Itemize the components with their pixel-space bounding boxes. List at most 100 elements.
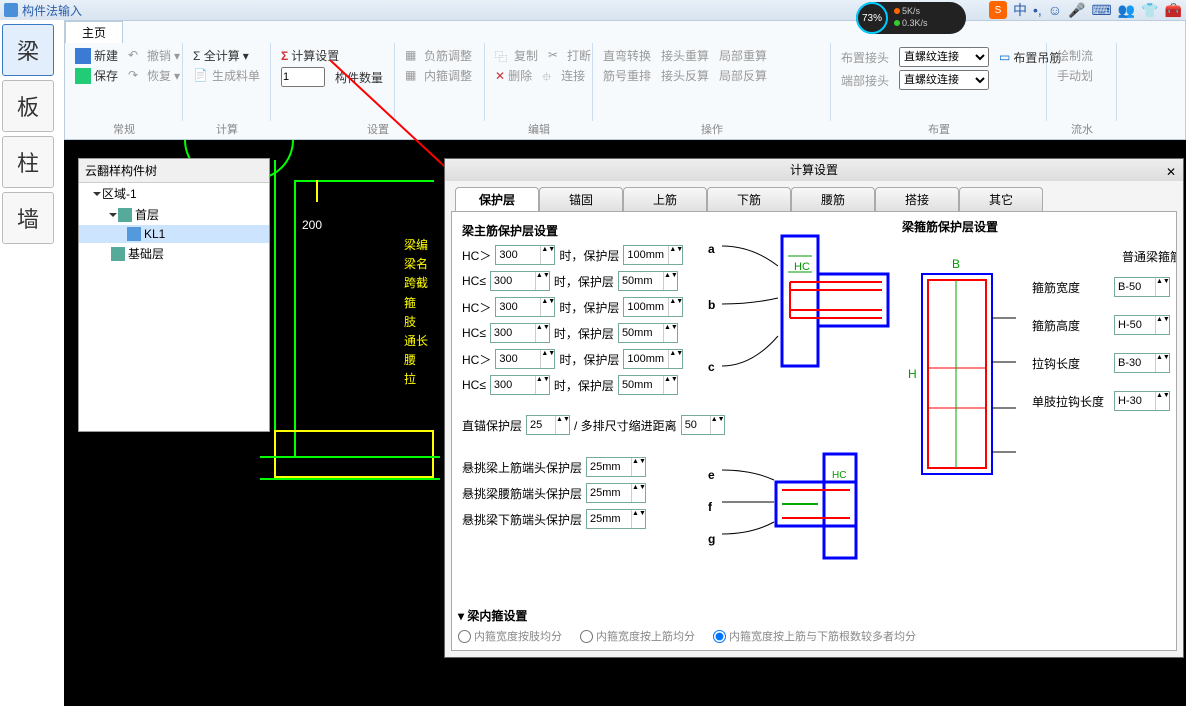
sogou-icon[interactable]: S [989,1,1007,19]
pt-e: e [708,468,715,482]
cmd-link[interactable]: ⯐连接 [542,67,585,84]
cmd-conn-recalc[interactable]: 接头重算 [661,47,709,64]
tree-kl1[interactable]: KL1 [79,225,269,243]
straight-anchor-input[interactable]: ▲▼ [526,415,570,435]
cmd-undo[interactable]: ↶撤销 ▾ [128,47,180,64]
hc-row-b-gt: HC＞ ▲▼ 时，保护层 ▲▼ [462,297,702,317]
calc-settings-dialog: 计算设置 ✕ 保护层 锚固 上筋 下筋 腰筋 搭接 其它 梁主筋保护层设置 HC… [444,158,1184,658]
cmd-new[interactable]: 新建 [75,47,118,64]
component-count-label: 构件数量 [335,69,383,86]
ime-toolbox-icon[interactable]: 🧰 [1165,2,1182,19]
cmd-neg-adj[interactable]: ▦负筋调整 [405,47,474,64]
rail-wall-button[interactable]: 墙 [2,192,54,244]
cover-a-gt-input[interactable]: ▲▼ [623,245,683,265]
ime-mic-icon[interactable]: 🎤 [1068,2,1085,19]
rail-slab-button[interactable]: 板 [2,80,54,132]
rail-beam-button[interactable]: 梁 [2,24,54,76]
conn-type-select-2[interactable]: 直螺纹连接 [899,70,989,90]
cmd-calc-all[interactable]: Σ 全计算 ▾ [193,47,260,64]
stirrup-height-input[interactable]: ▲▼ [1114,315,1170,335]
hc-row-b-le: HC≤ ▲▼ 时，保护层 ▲▼ [462,323,702,343]
tab-cover[interactable]: 保护层 [455,187,539,211]
inner-title: 梁内箍设置 [467,609,527,623]
dialog-title[interactable]: 计算设置 ✕ [445,159,1183,181]
cmd-copy[interactable]: ⿻复制 [495,47,538,64]
hc-le-a-input[interactable]: ▲▼ [490,271,550,291]
canti-waist-input[interactable]: ▲▼ [586,483,646,503]
cmd-curve[interactable]: 直弯转换 [603,47,651,64]
ribbon-tab-home[interactable]: 主页 [65,21,123,43]
cmd-delete[interactable]: ✕ 删除 [495,67,532,84]
ime-lang[interactable]: 中 [1013,0,1027,20]
ime-smiley-icon[interactable]: ☺ [1048,2,1062,18]
canti-top-row: 悬挑梁上筋端头保护层 ▲▼ [462,457,702,477]
pt-b: b [708,298,715,312]
tab-lap[interactable]: 搭接 [875,187,959,211]
app-title: 构件法输入 [22,2,82,19]
grp-label-general: 常规 [65,121,183,139]
tab-waist[interactable]: 腰筋 [791,187,875,211]
grp-label-flow: 流水 [1047,121,1117,139]
cmd-manual-flow[interactable]: 手动划 [1057,67,1106,84]
tab-bot[interactable]: 下筋 [707,187,791,211]
section-diagram: B H [902,258,1022,491]
tab-anchor[interactable]: 锚固 [539,187,623,211]
straight-anchor-row: 直锚保护层 ▲▼ / 多排尺寸缩进距离 ▲▼ [462,415,702,435]
inner-opt-2[interactable]: 内箍宽度按上筋均分 [580,628,695,644]
canti-top-input[interactable]: ▲▼ [586,457,646,477]
cmd-bom[interactable]: 📄生成料单 [193,67,260,84]
cmd-save[interactable]: 保存 [75,67,118,84]
cover-a-le-input[interactable]: ▲▼ [618,271,678,291]
multi-row-input[interactable]: ▲▼ [681,415,725,435]
ribbon: 主页 新建 ↶撤销 ▾ 保存 ↷恢复 ▾ Σ 全计算 ▾ 📄生成料单 Σ 计算设… [64,20,1186,140]
canti-bot-input[interactable]: ▲▼ [586,509,646,529]
cmd-loc-back[interactable]: 局部反算 [719,67,767,84]
ime-keyboard-icon[interactable]: ⌨ [1091,2,1111,19]
cmd-loc-recalc[interactable]: 局部重算 [719,47,767,64]
canvas-labels: 梁编梁名跨截箍肢通长腰拉 [404,236,428,390]
cmd-end-conn[interactable]: 端部接头 [841,72,889,89]
grp-label-edit: 编辑 [485,121,593,139]
tree-zone[interactable]: 区域-1 [79,183,269,204]
stirrup-width-input[interactable]: ▲▼ [1114,277,1170,297]
inner-opt-3[interactable]: 内箍宽度按上筋与下筋根数较多者均分 [713,628,916,644]
tab-other[interactable]: 其它 [959,187,1043,211]
rail-column-button[interactable]: 柱 [2,136,54,188]
conn-type-select-1[interactable]: 直螺纹连接 [899,47,989,67]
tab-top[interactable]: 上筋 [623,187,707,211]
pt-f: f [708,500,712,514]
single-hook-input[interactable]: ▲▼ [1114,391,1170,411]
component-count-input[interactable] [281,67,325,87]
cmd-renum[interactable]: 筋号重排 [603,67,651,84]
cmd-conn-back[interactable]: 接头反算 [661,67,709,84]
tree-floor-1[interactable]: 首层 [79,204,269,225]
component-tree-panel: 云翻样构件树 区域-1 首层 KL1 基础层 [78,158,270,432]
svg-text:B: B [952,257,960,271]
cmd-draw-flow[interactable]: 绘制流 [1057,47,1106,64]
ime-punct-icon[interactable]: •, [1033,2,1042,18]
tree-title: 云翻样构件树 [79,159,269,183]
dialog-close-button[interactable]: ✕ [1163,161,1179,183]
canti-waist-row: 悬挑梁腰筋端头保护层 ▲▼ [462,483,702,503]
ime-user-icon[interactable]: 👥 [1118,2,1135,19]
tree-base-floor[interactable]: 基础层 [79,243,269,264]
inner-opt-1[interactable]: 内箍宽度按肢均分 [458,628,562,644]
hc-gt-a-input[interactable]: ▲▼ [495,245,555,265]
cmd-redo[interactable]: ↷恢复 ▾ [128,67,180,84]
ime-skin-icon[interactable]: 👕 [1141,2,1158,19]
ime-toolbar[interactable]: S 中 •, ☺ 🎤 ⌨ 👥 👕 🧰 [989,0,1182,20]
left-category-rail: 梁 板 柱 墙 [0,20,58,248]
performance-widget[interactable]: 73% 5K/s 0.3K/s [856,2,966,34]
stirrup-cover-block: 梁箍筋保护层设置 B H 普通梁箍筋 [902,218,1176,243]
hook-len-row: 拉钩长度 ▲▼ [1032,353,1177,373]
hook-len-input[interactable]: ▲▼ [1114,353,1170,373]
stirrup-cover-title: 梁箍筋保护层设置 [902,218,1176,235]
cmd-calc-settings[interactable]: Σ 计算设置 [281,47,339,64]
grp-label-calc: 计算 [183,121,271,139]
grp-label-ops: 操作 [593,121,831,139]
cmd-place-conn[interactable]: 布置接头 [841,49,889,66]
cmd-inner-adj[interactable]: ▦内箍调整 [405,67,474,84]
inner-stirrup-section: ▾ 梁内箍设置 内箍宽度按肢均分 内箍宽度按上筋均分 内箍宽度按上筋与下筋根数较… [458,607,1170,644]
cmd-break[interactable]: ✂打断 [548,47,591,64]
joint-diagram-1: HC [722,226,892,389]
